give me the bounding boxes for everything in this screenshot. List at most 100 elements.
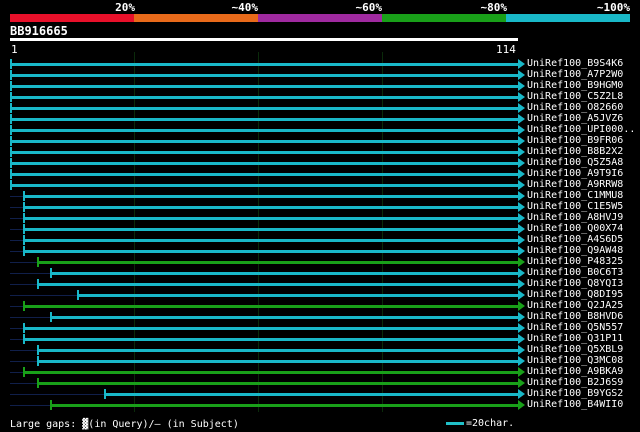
hit-arrow xyxy=(518,389,525,399)
hit-label[interactable]: UniRef100_B0C6T3 xyxy=(527,267,623,278)
hit-label[interactable]: UniRef100_B8HVD6 xyxy=(527,311,623,322)
hit-bar[interactable] xyxy=(23,371,518,374)
subject-gap-icon: – xyxy=(154,419,161,430)
hit-arrow xyxy=(518,378,525,388)
hit-label[interactable]: UniRef100_Q8YQI3 xyxy=(527,278,623,289)
hit-arrow xyxy=(518,290,525,300)
hit-arrow xyxy=(518,59,525,69)
hit-arrow xyxy=(518,367,525,377)
hit-bar[interactable] xyxy=(10,184,518,187)
hit-arrow xyxy=(518,356,525,366)
hit-label[interactable]: UniRef100_A9RRW8 xyxy=(527,179,623,190)
scale-label: 20% xyxy=(115,1,135,14)
hit-label[interactable]: UniRef100_Q31P11 xyxy=(527,333,623,344)
unaligned-gap xyxy=(10,196,24,197)
hit-label[interactable]: UniRef100_B9YGS2 xyxy=(527,388,623,399)
hit-bar[interactable] xyxy=(77,294,518,297)
unaligned-gap xyxy=(10,383,37,384)
hit-bar[interactable] xyxy=(36,382,518,385)
hit-arrow xyxy=(518,257,525,267)
hit-bar[interactable] xyxy=(10,107,518,110)
hit-arrow xyxy=(518,202,525,212)
hit-label[interactable]: UniRef100_B9HGM0 xyxy=(527,80,623,91)
hit-bar[interactable] xyxy=(23,327,518,330)
hit-label[interactable]: UniRef100_Q8DI95 xyxy=(527,289,623,300)
hit-bar[interactable] xyxy=(36,349,518,352)
hit-bar[interactable] xyxy=(50,316,518,319)
hit-label[interactable]: UniRef100_A7P2W0 xyxy=(527,69,623,80)
hit-bar[interactable] xyxy=(50,404,518,407)
hit-arrow xyxy=(518,103,525,113)
hit-label[interactable]: UniRef100_P48325 xyxy=(527,256,623,267)
hit-bar[interactable] xyxy=(10,162,518,165)
hit-bar[interactable] xyxy=(104,393,518,396)
hit-label[interactable]: UniRef100_O82660 xyxy=(527,102,623,113)
hit-label[interactable]: UniRef100_B8B2X2 xyxy=(527,146,623,157)
footer-legend: Large gaps: ▓(in Query)/– (in Subject) =… xyxy=(0,414,640,432)
hit-bar[interactable] xyxy=(10,129,518,132)
hit-arrow xyxy=(518,246,525,256)
hit-label[interactable]: UniRef100_Q5Z5A8 xyxy=(527,157,623,168)
hit-label[interactable]: UniRef100_C5Z2L8 xyxy=(527,91,623,102)
hit-label[interactable]: UniRef100_Q00X74 xyxy=(527,223,623,234)
identity-color-scale xyxy=(10,14,630,22)
hit-arrow xyxy=(518,213,525,223)
hit-label[interactable]: UniRef100_C1E5W5 xyxy=(527,201,623,212)
hit-arrow xyxy=(518,323,525,333)
hit-label[interactable]: UniRef100_A5JVZ6 xyxy=(527,113,623,124)
hit-bar[interactable] xyxy=(36,283,518,286)
hit-bar[interactable] xyxy=(10,140,518,143)
hit-label[interactable]: UniRef100_B4WII0 xyxy=(527,399,623,410)
hit-bar[interactable] xyxy=(10,85,518,88)
hit-bar[interactable] xyxy=(23,250,518,253)
scale-line-icon xyxy=(446,421,464,425)
hit-bar[interactable] xyxy=(23,338,518,341)
unaligned-gap xyxy=(10,240,24,241)
hit-arrow xyxy=(518,92,525,102)
hit-bar[interactable] xyxy=(23,305,518,308)
hit-bar[interactable] xyxy=(23,206,518,209)
scale-legend: =20char. xyxy=(446,418,514,429)
hit-bar[interactable] xyxy=(36,261,518,264)
hit-label[interactable]: UniRef100_C1MMU8 xyxy=(527,190,623,201)
hit-bar[interactable] xyxy=(23,239,518,242)
hit-label[interactable]: UniRef100_Q3MC08 xyxy=(527,355,623,366)
hit-bar[interactable] xyxy=(23,217,518,220)
hit-label[interactable]: UniRef100_A9BKA9 xyxy=(527,366,623,377)
hit-label[interactable]: UniRef100_B9FR06 xyxy=(527,135,623,146)
hit-arrow xyxy=(518,301,525,311)
grid-line xyxy=(134,52,135,412)
grid-line xyxy=(258,52,259,412)
hit-bar[interactable] xyxy=(23,228,518,231)
hit-bar[interactable] xyxy=(10,96,518,99)
hit-label[interactable]: UniRef100_Q5XBL9 xyxy=(527,344,623,355)
hit-bar[interactable] xyxy=(36,360,518,363)
hit-arrow xyxy=(518,400,525,410)
hit-bar[interactable] xyxy=(10,173,518,176)
hit-label[interactable]: UniRef100_A4S6D5 xyxy=(527,234,623,245)
hit-arrow xyxy=(518,334,525,344)
hit-label[interactable]: UniRef100_B2J6S9 xyxy=(527,377,623,388)
unaligned-gap xyxy=(10,284,37,285)
scale-label: ~60% xyxy=(355,1,383,14)
unaligned-gap xyxy=(10,361,37,362)
unaligned-gap xyxy=(10,350,37,351)
in-query-label: (in Query)/ xyxy=(88,419,155,430)
hit-arrow xyxy=(518,81,525,91)
hit-bar[interactable] xyxy=(10,63,518,66)
hit-label[interactable]: UniRef100_A9T9I6 xyxy=(527,168,623,179)
hit-label[interactable]: UniRef100_Q2JA25 xyxy=(527,300,623,311)
hit-bar[interactable] xyxy=(10,118,518,121)
hit-bar[interactable] xyxy=(10,74,518,77)
identity-scale-labels: 20% ~40% ~60% ~80% ~100% xyxy=(0,0,640,14)
hit-label[interactable]: UniRef100_Q5N557 xyxy=(527,322,623,333)
hit-bar[interactable] xyxy=(10,151,518,154)
hit-label[interactable]: UniRef100_Q9AW48 xyxy=(527,245,623,256)
query-name: BB916665 xyxy=(10,24,68,38)
hit-label[interactable]: UniRef100_UPI000.. xyxy=(527,124,635,135)
hit-label[interactable]: UniRef100_A8HVJ9 xyxy=(527,212,623,223)
hit-bar[interactable] xyxy=(23,195,518,198)
hit-label[interactable]: UniRef100_B9S4K6 xyxy=(527,58,623,69)
hit-arrow xyxy=(518,268,525,278)
hit-bar[interactable] xyxy=(50,272,518,275)
